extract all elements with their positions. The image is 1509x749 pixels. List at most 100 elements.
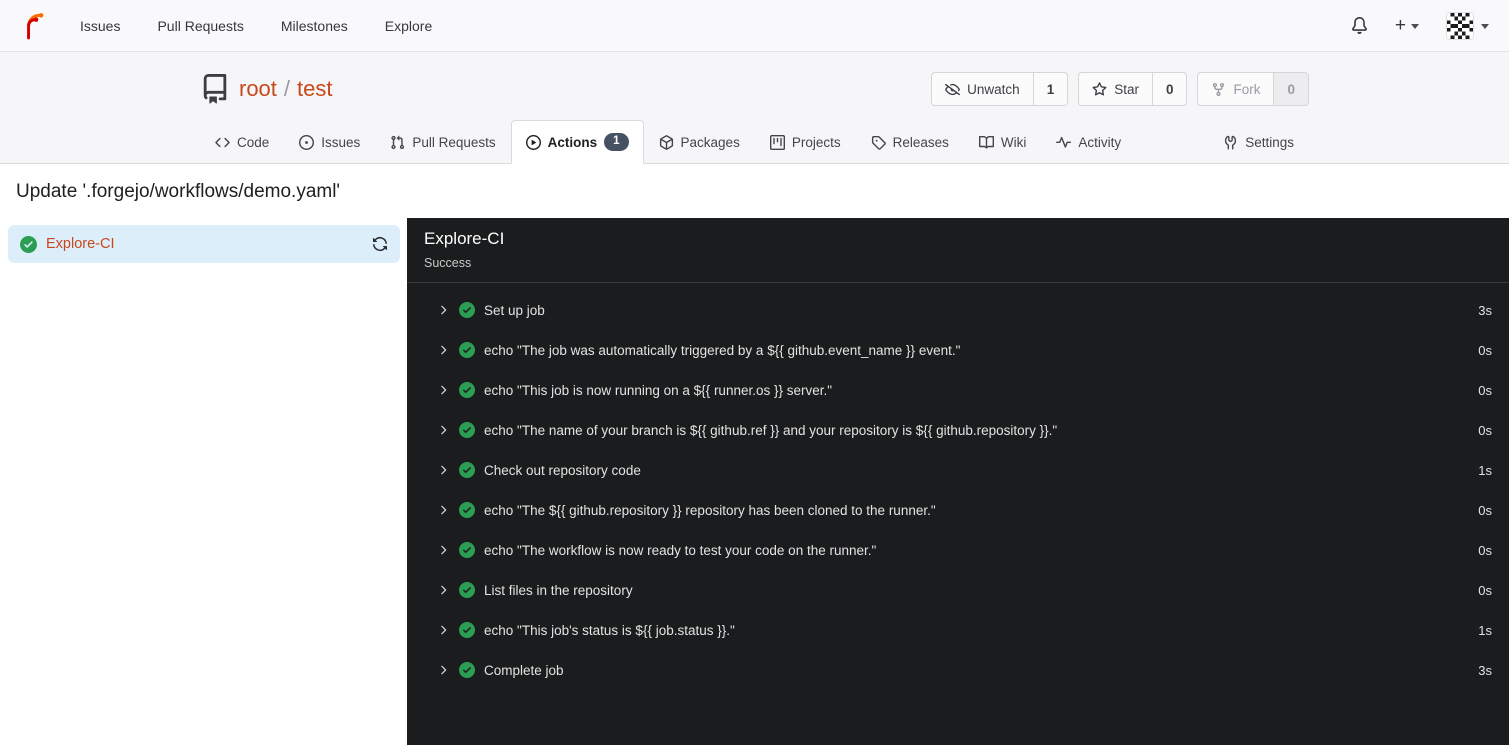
step-row[interactable]: echo "This job is now running on a ${{ r…: [407, 370, 1509, 410]
check-circle-icon: [459, 302, 475, 318]
step-row[interactable]: Set up job 3s: [407, 290, 1509, 330]
job-log-header: Explore-CI Success: [407, 218, 1509, 283]
forgejo-logo-icon[interactable]: [20, 10, 47, 41]
tab-pull-requests[interactable]: Pull Requests: [375, 120, 510, 164]
repo-book-icon: [200, 74, 230, 104]
chevron-right-icon: [436, 663, 450, 677]
fork-icon: [1213, 82, 1225, 96]
repo-name-link[interactable]: test: [297, 76, 332, 102]
fork-button-group: Fork 0: [1197, 72, 1309, 106]
tools-icon: [1225, 135, 1237, 150]
step-duration: 0s: [1478, 342, 1492, 358]
page-title: Update '.forgejo/workflows/demo.yaml': [16, 181, 341, 202]
check-circle-icon: [459, 542, 475, 558]
chevron-right-icon: [436, 583, 450, 597]
check-circle-icon: [459, 382, 475, 398]
nav-item-milestones[interactable]: Milestones: [281, 18, 348, 34]
unwatch-button[interactable]: Unwatch: [932, 73, 1033, 105]
stars-count[interactable]: 0: [1151, 73, 1187, 105]
chevron-right-icon: [436, 503, 450, 517]
step-duration: 0s: [1478, 502, 1492, 518]
step-row[interactable]: echo "The job was automatically triggere…: [407, 330, 1509, 370]
check-circle-icon: [459, 502, 475, 518]
top-navbar: Issues Pull Requests Milestones Explore …: [0, 0, 1509, 52]
check-circle-icon: [459, 662, 475, 678]
step-duration: 3s: [1478, 302, 1492, 318]
check-circle-icon: [459, 582, 475, 598]
repo-header: root / test Unwatch 1 Star 0 Fork 0 Code…: [0, 52, 1509, 164]
chevron-right-icon: [436, 383, 450, 397]
step-name: echo "This job's status is ${{ job.statu…: [484, 622, 735, 638]
repo-tabs: Code Issues Pull Requests Actions 1 Pack…: [200, 120, 1309, 164]
check-circle-icon: [20, 235, 37, 253]
check-circle-icon: [459, 462, 475, 478]
repo-action-buttons: Unwatch 1 Star 0 Fork 0: [931, 72, 1309, 106]
book-icon: [978, 135, 994, 149]
step-row[interactable]: Complete job 3s: [407, 650, 1509, 690]
step-duration: 1s: [1478, 462, 1492, 478]
check-circle-icon: [459, 622, 475, 638]
step-name: List files in the repository: [484, 582, 633, 598]
step-duration: 0s: [1478, 382, 1492, 398]
repo-owner-link[interactable]: root: [239, 76, 277, 102]
star-icon: [1092, 81, 1107, 96]
create-new-dropdown[interactable]: +: [1395, 16, 1419, 35]
nav-links: Issues Pull Requests Milestones Explore: [80, 18, 432, 34]
actions-count-badge: 1: [604, 133, 629, 151]
chevron-right-icon: [436, 463, 450, 477]
chevron-right-icon: [436, 623, 450, 637]
chevron-right-icon: [436, 543, 450, 557]
step-name: echo "The workflow is now ready to test …: [484, 542, 877, 558]
step-duration: 1s: [1478, 622, 1492, 638]
job-list-item[interactable]: Explore-CI: [8, 225, 400, 263]
tab-releases[interactable]: Releases: [856, 120, 964, 164]
chevron-down-icon: [1411, 24, 1419, 29]
step-name: echo "The name of your branch is ${{ git…: [484, 422, 1058, 438]
step-row[interactable]: echo "This job's status is ${{ job.statu…: [407, 610, 1509, 650]
forks-count: 0: [1273, 73, 1308, 105]
fork-button: Fork: [1198, 73, 1273, 105]
chevron-right-icon: [436, 423, 450, 437]
tab-activity[interactable]: Activity: [1041, 120, 1136, 164]
user-menu-dropdown[interactable]: [1446, 11, 1489, 40]
jobs-sidebar: Explore-CI: [0, 218, 407, 745]
tab-packages[interactable]: Packages: [644, 120, 755, 164]
star-button[interactable]: Star: [1079, 73, 1152, 105]
project-board-icon: [769, 134, 785, 150]
repo-breadcrumb: root / test: [239, 76, 333, 102]
tab-projects[interactable]: Projects: [755, 120, 856, 164]
plus-icon: +: [1394, 15, 1406, 36]
step-row[interactable]: echo "The workflow is now ready to test …: [407, 530, 1509, 570]
step-row[interactable]: List files in the repository 0s: [407, 570, 1509, 610]
step-row[interactable]: echo "The ${{ github.repository }} repos…: [407, 490, 1509, 530]
job-title: Explore-CI: [424, 229, 505, 248]
nav-item-issues[interactable]: Issues: [80, 18, 120, 34]
nav-item-pull-requests[interactable]: Pull Requests: [157, 18, 243, 34]
tab-issues[interactable]: Issues: [284, 120, 375, 164]
step-row[interactable]: Check out repository code 1s: [407, 450, 1509, 490]
tab-settings[interactable]: Settings: [1208, 120, 1309, 164]
chevron-right-icon: [436, 343, 450, 357]
package-icon: [659, 134, 673, 150]
star-button-group: Star 0: [1078, 72, 1188, 106]
nav-item-explore[interactable]: Explore: [385, 18, 432, 34]
step-name: echo "The job was automatically triggere…: [484, 342, 961, 358]
step-row[interactable]: echo "The name of your branch is ${{ git…: [407, 410, 1509, 450]
notifications-bell-icon[interactable]: [1351, 17, 1368, 34]
refresh-icon[interactable]: [372, 236, 388, 252]
eye-closed-icon: [945, 83, 961, 95]
tab-actions[interactable]: Actions 1: [510, 120, 644, 164]
check-circle-icon: [459, 422, 475, 438]
repo-separator: /: [283, 76, 291, 101]
chevron-down-icon: [1481, 24, 1489, 29]
step-name: echo "This job is now running on a ${{ r…: [484, 382, 833, 398]
tab-code[interactable]: Code: [200, 120, 284, 164]
job-status: Success: [424, 256, 472, 270]
tab-wiki[interactable]: Wiki: [964, 120, 1042, 164]
watchers-count[interactable]: 1: [1032, 73, 1068, 105]
avatar: [1446, 11, 1474, 40]
pulse-icon: [1056, 136, 1072, 148]
step-duration: 0s: [1478, 542, 1492, 558]
play-circle-icon: [525, 134, 541, 150]
job-name: Explore-CI: [46, 236, 115, 252]
